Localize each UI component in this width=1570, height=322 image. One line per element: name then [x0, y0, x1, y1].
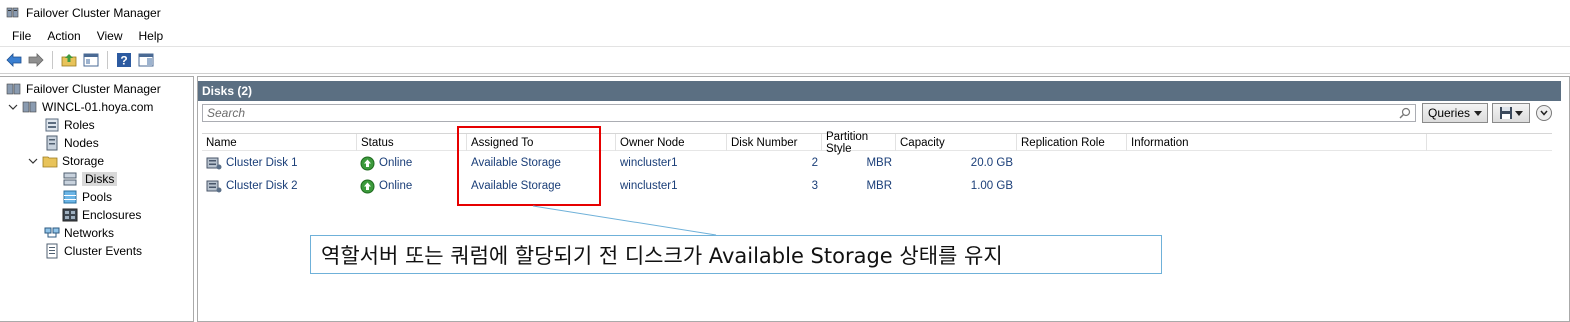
online-status-icon	[360, 179, 375, 193]
menu-file[interactable]: File	[4, 29, 39, 43]
cell-disk-number: 2	[811, 157, 818, 169]
tree-item-enclosures[interactable]: Enclosures	[62, 206, 141, 224]
cell-capacity: 1.00 GB	[970, 180, 1013, 192]
column-header-information[interactable]: Information	[1127, 134, 1427, 151]
tree-item-roles[interactable]: Roles	[44, 116, 95, 134]
column-header-partition-style[interactable]: Partition Style	[822, 131, 896, 155]
menu-view[interactable]: View	[89, 29, 131, 43]
toolbar: ?	[0, 46, 1570, 74]
cluster-disk-icon	[206, 157, 222, 170]
annotation-callout: 역할서버 또는 쿼럼에 할당되기 전 디스크가 Available Storag…	[310, 235, 1162, 274]
enclosures-icon	[62, 208, 78, 222]
navigation-tree: Failover Cluster Manager WINCL-01.hoya.c…	[0, 76, 194, 322]
events-icon	[46, 243, 58, 259]
networks-icon	[44, 227, 60, 238]
online-status-icon	[360, 156, 375, 170]
pools-icon	[63, 190, 77, 204]
grid-header: Name Status Assigned To Owner Node Disk …	[202, 131, 1552, 155]
chevron-down-icon[interactable]	[28, 156, 38, 166]
toolbar-separator	[107, 51, 108, 69]
tree-item-disks[interactable]: Disks	[62, 170, 118, 188]
cluster-manager-icon	[6, 83, 21, 95]
cell-owner-node: wincluster1	[620, 180, 678, 192]
cell-disk-number: 3	[811, 180, 818, 192]
table-row[interactable]: Cluster Disk 2 Online Available Storage …	[202, 175, 1552, 197]
queries-button[interactable]: Queries	[1422, 103, 1488, 123]
tree-label: Pools	[82, 190, 113, 204]
tree-item-pools[interactable]: Pools	[62, 188, 112, 206]
forward-icon[interactable]	[26, 50, 46, 70]
table-row[interactable]: Cluster Disk 1 Online Available Storage …	[202, 152, 1552, 174]
chevron-down-icon[interactable]	[8, 102, 18, 112]
up-folder-icon[interactable]	[59, 50, 79, 70]
cell-status: Online	[360, 152, 465, 174]
menu-bar: File Action View Help	[0, 26, 1570, 46]
disks-icon	[63, 172, 77, 186]
tree-item-root[interactable]: Failover Cluster Manager	[6, 80, 161, 98]
cell-status: Online	[360, 175, 465, 197]
column-header-disk-number[interactable]: Disk Number	[727, 134, 822, 151]
folder-icon	[42, 156, 58, 168]
dropdown-arrow-icon	[1515, 110, 1523, 116]
column-header-name[interactable]: Name	[202, 134, 357, 151]
search-input[interactable]: Search	[202, 104, 1416, 122]
tree-item-cluster[interactable]: WINCL-01.hoya.com	[8, 98, 153, 116]
action-pane-icon[interactable]	[136, 50, 156, 70]
column-header-replication-role[interactable]: Replication Role	[1017, 134, 1127, 151]
tree-label: Nodes	[64, 136, 99, 150]
column-header-status[interactable]: Status	[357, 134, 467, 151]
queries-label: Queries	[1427, 106, 1471, 120]
cell-information	[1131, 152, 1426, 174]
cell-owner-node: wincluster1	[620, 157, 678, 169]
tree-item-networks[interactable]: Networks	[44, 224, 114, 242]
highlight-box	[457, 126, 601, 206]
toolbar-separator	[52, 51, 53, 69]
tree-label: Failover Cluster Manager	[26, 82, 161, 96]
cluster-icon	[22, 101, 37, 113]
tree-item-storage[interactable]: Storage	[28, 152, 104, 170]
search-placeholder: Search	[207, 106, 246, 120]
title-bar: Failover Cluster Manager	[0, 0, 1570, 26]
nodes-icon	[46, 135, 58, 151]
search-icon[interactable]	[1399, 107, 1411, 119]
tree-label: Storage	[62, 154, 105, 168]
tree-label: Cluster Events	[64, 244, 143, 258]
dropdown-arrow-icon	[1474, 110, 1483, 116]
search-row: Search Queries	[202, 103, 1557, 125]
cell-capacity: 20.0 GB	[970, 157, 1013, 169]
cluster-manager-icon	[6, 7, 19, 18]
disks-panel: Disks (2) Search Queries Name Status Ass…	[197, 76, 1570, 322]
cluster-disk-icon	[206, 180, 222, 193]
cell-name: Cluster Disk 1	[206, 152, 356, 174]
tree-label: Roles	[64, 118, 95, 132]
svg-text:?: ?	[120, 54, 127, 68]
column-header-capacity[interactable]: Capacity	[896, 134, 1017, 151]
cell-replication-role	[1021, 175, 1126, 197]
menu-action[interactable]: Action	[39, 29, 88, 43]
back-icon[interactable]	[4, 50, 24, 70]
cell-partition-style: MBR	[866, 157, 892, 169]
window-title: Failover Cluster Manager	[26, 6, 161, 20]
tree-label: WINCL-01.hoya.com	[42, 100, 154, 114]
roles-icon	[45, 118, 59, 132]
help-icon[interactable]: ?	[114, 50, 134, 70]
save-icon	[1500, 107, 1512, 119]
menu-help[interactable]: Help	[131, 29, 172, 43]
show-hide-tree-icon[interactable]	[81, 50, 101, 70]
save-query-button[interactable]	[1492, 103, 1530, 123]
chevron-down-icon	[1540, 110, 1548, 116]
tree-label: Disks	[82, 172, 118, 186]
cell-name: Cluster Disk 2	[206, 175, 356, 197]
tree-label: Networks	[64, 226, 115, 240]
panel-title: Disks (2)	[198, 81, 1561, 101]
collapse-button[interactable]	[1536, 105, 1552, 121]
column-header-owner-node[interactable]: Owner Node	[616, 134, 727, 151]
tree-label: Enclosures	[82, 208, 142, 222]
tree-item-nodes[interactable]: Nodes	[44, 134, 99, 152]
tree-item-cluster-events[interactable]: Cluster Events	[44, 242, 142, 260]
cell-information	[1131, 175, 1426, 197]
cell-replication-role	[1021, 152, 1126, 174]
cell-partition-style: MBR	[866, 180, 892, 192]
